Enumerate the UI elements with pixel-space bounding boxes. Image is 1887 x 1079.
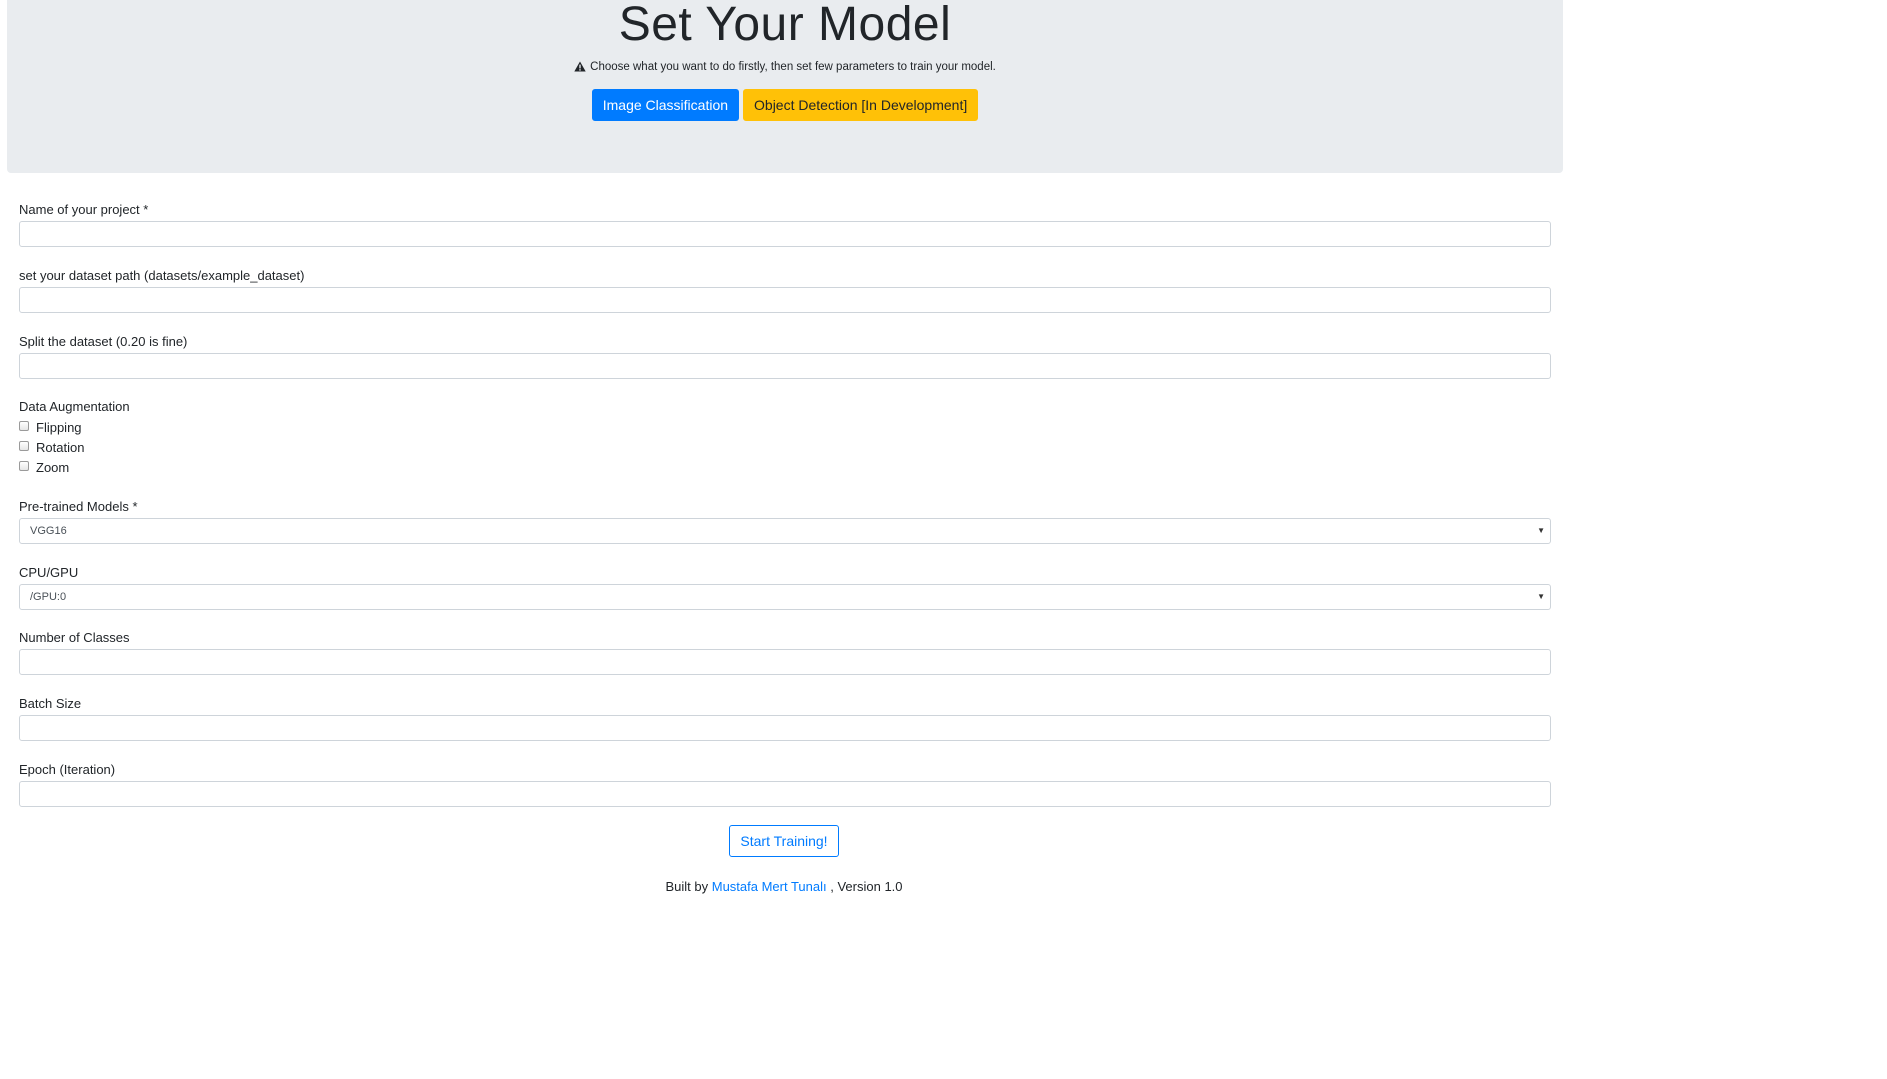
project-name-input[interactable] (19, 221, 1551, 247)
header-jumbotron: Set Your Model Choose what you want to d… (7, 0, 1563, 173)
zoom-label: Zoom (36, 460, 70, 475)
epoch-group: Epoch (Iteration) (19, 761, 1551, 807)
num-classes-input[interactable] (19, 649, 1551, 675)
start-training-button[interactable]: Start Training! (729, 825, 839, 857)
split-label: Split the dataset (0.20 is fine) (19, 334, 188, 349)
zoom-checkbox[interactable] (19, 461, 29, 471)
device-select[interactable]: /GPU:0 ▼ (19, 584, 1551, 610)
chevron-down-icon: ▼ (1537, 526, 1545, 535)
project-name-label: Name of your project * (19, 202, 149, 217)
flipping-label: Flipping (36, 420, 82, 435)
pretrained-selected-value: VGG16 (30, 525, 67, 537)
pretrained-group: Pre-trained Models * VGG16 ▼ (19, 498, 1551, 544)
image-classification-button[interactable]: Image Classification (591, 89, 740, 121)
pretrained-select[interactable]: VGG16 ▼ (19, 518, 1551, 544)
batch-size-label: Batch Size (19, 696, 82, 711)
warning-triangle-icon (574, 61, 586, 72)
augmentation-option-flipping[interactable]: Flipping (19, 418, 1551, 438)
submit-wrapper: Start Training! (0, 825, 1568, 857)
dataset-path-group: set your dataset path (datasets/example_… (19, 267, 1551, 313)
augmentation-group: Data Augmentation Flipping Rotation Zoom (19, 398, 1551, 478)
num-classes-group: Number of Classes (19, 629, 1551, 675)
epoch-input[interactable] (19, 781, 1551, 807)
dataset-path-input[interactable] (19, 287, 1551, 313)
footer-prefix: Built by (665, 879, 709, 894)
augmentation-option-zoom[interactable]: Zoom (19, 458, 1551, 478)
chevron-down-icon: ▼ (1537, 592, 1545, 601)
subtitle: Choose what you want to do firstly, then… (7, 59, 1563, 75)
author-link[interactable]: Mustafa Mert Tunalı (712, 879, 827, 894)
mode-buttons: Image Classification Object Detection [In… (7, 89, 1563, 121)
footer: Built by Mustafa Mert Tunalı , Version 1… (0, 878, 1568, 896)
batch-size-input[interactable] (19, 715, 1551, 741)
num-classes-label: Number of Classes (19, 630, 130, 645)
batch-size-group: Batch Size (19, 695, 1551, 741)
object-detection-button[interactable]: Object Detection [In Development] (743, 89, 979, 121)
device-label: CPU/GPU (19, 565, 79, 580)
rotation-checkbox[interactable] (19, 441, 29, 451)
pretrained-label: Pre-trained Models * (19, 499, 138, 514)
split-input[interactable] (19, 353, 1551, 379)
epoch-label: Epoch (Iteration) (19, 762, 116, 777)
device-group: CPU/GPU /GPU:0 ▼ (19, 564, 1551, 610)
split-group: Split the dataset (0.20 is fine) (19, 333, 1551, 379)
flipping-checkbox[interactable] (19, 421, 29, 431)
project-name-group: Name of your project * (19, 201, 1551, 247)
augmentation-option-rotation[interactable]: Rotation (19, 438, 1551, 458)
augmentation-label: Data Augmentation (19, 399, 130, 414)
dataset-path-label: set your dataset path (datasets/example_… (19, 268, 305, 283)
footer-suffix: , Version 1.0 (830, 879, 903, 894)
rotation-label: Rotation (36, 440, 85, 455)
subtitle-text: Choose what you want to do firstly, then… (590, 61, 996, 73)
device-selected-value: /GPU:0 (30, 591, 67, 603)
page-title: Set Your Model (618, 0, 952, 51)
